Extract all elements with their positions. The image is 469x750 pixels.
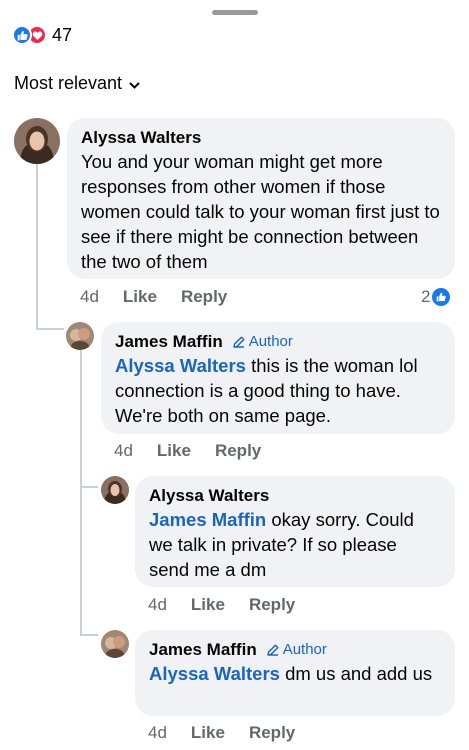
- comment-actions: 4d Like Reply: [80, 287, 227, 307]
- avatar[interactable]: [14, 118, 60, 164]
- pencil-icon: [267, 644, 279, 656]
- thread-line: [80, 350, 82, 636]
- comment-author[interactable]: Alyssa Walters: [149, 485, 441, 507]
- comment-bubble[interactable]: Alyssa Walters You and your woman might …: [67, 118, 455, 279]
- author-badge-label: Author: [282, 641, 327, 658]
- sheet-drag-handle[interactable]: [212, 10, 258, 15]
- like-button[interactable]: Like: [191, 595, 225, 615]
- chevron-down-icon: [129, 74, 140, 95]
- comment-reaction-count[interactable]: 2: [421, 287, 451, 307]
- like-button[interactable]: Like: [157, 441, 191, 461]
- comment-author[interactable]: Alyssa Walters: [81, 127, 441, 149]
- author-badge-label: Author: [248, 333, 293, 350]
- comment-actions: 4d Like Reply: [148, 723, 295, 743]
- pencil-icon: [233, 336, 245, 348]
- comment-text: dm us and add us: [279, 663, 433, 684]
- comment-reaction-number: 2: [421, 287, 431, 306]
- comment-timestamp[interactable]: 4d: [80, 287, 99, 307]
- reply-button[interactable]: Reply: [215, 441, 261, 461]
- comment-timestamp[interactable]: 4d: [114, 441, 133, 461]
- comment-author[interactable]: James Maffin: [115, 331, 223, 353]
- author-badge: Author: [233, 331, 293, 353]
- mention-link[interactable]: Alyssa Walters: [115, 355, 246, 376]
- sort-label: Most relevant: [14, 73, 123, 93]
- thread-line: [80, 486, 98, 488]
- thread-line: [36, 164, 38, 330]
- avatar[interactable]: [101, 476, 129, 504]
- reply-button[interactable]: Reply: [249, 723, 295, 743]
- like-reaction-icon: [12, 25, 32, 45]
- like-button[interactable]: Like: [191, 723, 225, 743]
- reply-button[interactable]: Reply: [181, 287, 227, 307]
- comment-author[interactable]: James Maffin: [149, 639, 257, 661]
- avatar[interactable]: [66, 322, 94, 350]
- comment-bubble[interactable]: James Maffin Author Alyssa Walters this …: [101, 322, 455, 434]
- comment-actions: 4d Like Reply: [114, 441, 261, 461]
- comment-text: You and your woman might get more respon…: [81, 151, 440, 272]
- comment-bubble[interactable]: James Maffin Author Alyssa Walters dm us…: [135, 630, 455, 716]
- reaction-count: 47: [52, 24, 73, 45]
- comment-bubble[interactable]: Alyssa Walters James Maffin okay sorry. …: [135, 476, 455, 587]
- thread-line: [80, 634, 98, 636]
- mention-link[interactable]: Alyssa Walters: [149, 663, 280, 684]
- comment-timestamp[interactable]: 4d: [148, 595, 167, 615]
- comment-actions: 4d Like Reply: [148, 595, 295, 615]
- reaction-summary[interactable]: 47: [12, 24, 72, 46]
- mention-link[interactable]: James Maffin: [149, 509, 266, 530]
- comment-timestamp[interactable]: 4d: [148, 723, 167, 743]
- avatar[interactable]: [101, 630, 129, 658]
- like-button[interactable]: Like: [123, 287, 157, 307]
- reply-button[interactable]: Reply: [249, 595, 295, 615]
- sort-selector[interactable]: Most relevant: [14, 72, 140, 95]
- author-badge: Author: [267, 639, 327, 661]
- like-reaction-icon: [432, 288, 451, 306]
- thread-line: [36, 328, 64, 330]
